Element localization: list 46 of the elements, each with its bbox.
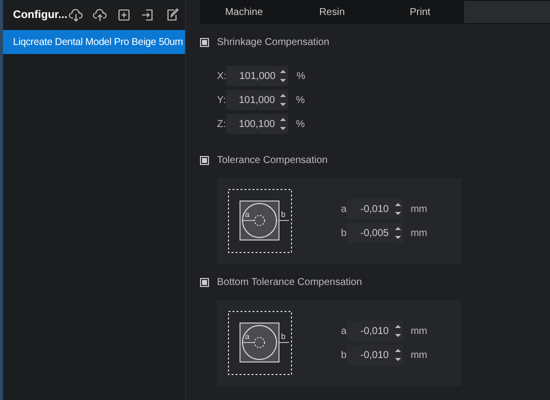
unit-label: mm — [410, 348, 428, 362]
unit-label: % — [296, 118, 305, 132]
sidebar-item[interactable]: Liqcreate Dental Model Pro Beige 50um — [3, 30, 185, 54]
cloud-download-icon[interactable] — [69, 8, 83, 22]
spinner-arrows-icon[interactable] — [280, 93, 286, 107]
number-field[interactable]: -0,005 — [346, 223, 403, 243]
unit-label: mm — [410, 202, 428, 216]
field-label: a — [341, 324, 347, 338]
spinner-arrows-icon[interactable] — [394, 348, 401, 362]
unit-label: mm — [410, 226, 428, 240]
unit-label: mm — [410, 324, 428, 338]
cloud-upload-icon[interactable] — [93, 8, 107, 22]
tab[interactable]: Print — [376, 0, 464, 24]
spinner-arrows-icon[interactable] — [280, 117, 286, 131]
number-field[interactable]: -0,010 — [346, 345, 403, 365]
item-label: Liqcreate Dental Model Pro Beige 50um — [13, 36, 183, 50]
checkbox[interactable] — [200, 38, 209, 46]
spinner-arrows-icon[interactable] — [394, 226, 401, 240]
unit-label: % — [296, 94, 305, 108]
import-icon[interactable] — [141, 8, 155, 22]
field-label: b — [341, 348, 347, 362]
checkbox[interactable] — [200, 156, 209, 164]
field-label: X: — [217, 70, 226, 84]
number-field[interactable]: 101,000 — [226, 66, 288, 86]
checkbox[interactable] — [200, 278, 209, 286]
number-field[interactable]: -0,010 — [346, 321, 403, 341]
spinner-arrows-icon[interactable] — [280, 69, 286, 83]
field-label: Z: — [217, 118, 226, 132]
tab[interactable]: Resin — [288, 0, 376, 24]
spinner-arrows-icon[interactable] — [394, 202, 401, 216]
edit-icon[interactable] — [165, 8, 179, 22]
section-title: Shrinkage Compensation — [217, 36, 330, 50]
tolerance-diagram-drawing: a b — [228, 189, 292, 253]
number-field[interactable]: -0,010 — [346, 199, 403, 219]
section-title: Tolerance Compensation — [217, 154, 328, 168]
number-field[interactable]: 101,000 — [226, 90, 288, 110]
number-field[interactable]: 100,100 — [226, 114, 288, 134]
add-icon[interactable] — [117, 8, 131, 22]
tolerance-diagram-drawing: a b — [228, 311, 292, 375]
spinner-arrows-icon[interactable] — [394, 324, 401, 338]
field-label: b — [341, 226, 347, 240]
field-label: Y: — [217, 94, 226, 108]
unit-label: % — [296, 70, 306, 84]
field-label: a — [341, 202, 347, 216]
tab[interactable]: Machine — [200, 0, 288, 24]
section-title: Bottom Tolerance Compensation — [217, 276, 362, 290]
